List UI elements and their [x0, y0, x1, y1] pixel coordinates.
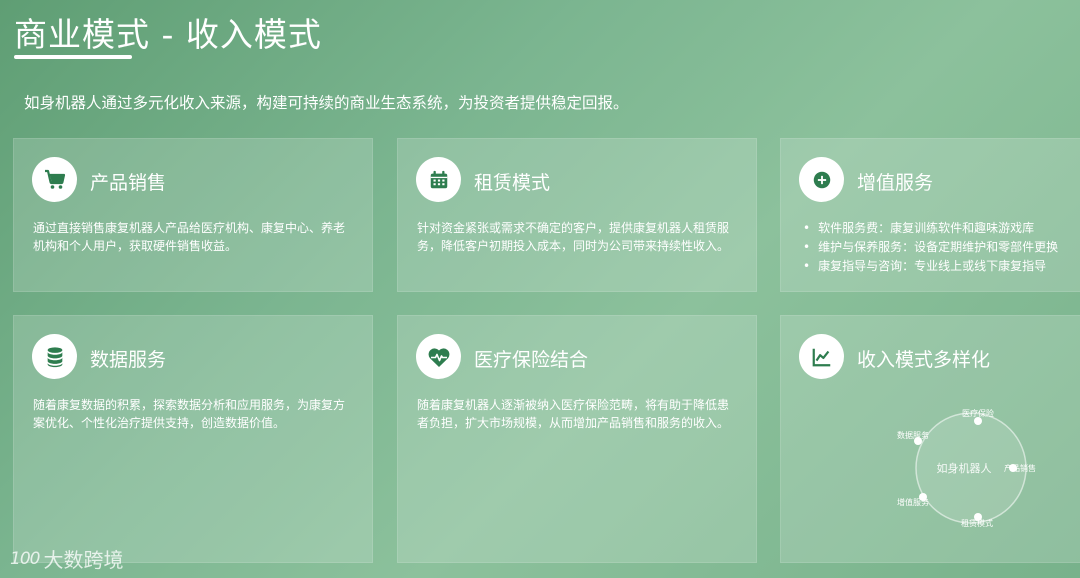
- watermark-logo: 100: [10, 548, 40, 569]
- card-title: 医疗保险结合: [474, 349, 589, 371]
- card-description: 针对资金紧张或需求不确定的客户，提供康复机器人租赁服务，降低客户初期投入成本，同…: [417, 221, 730, 253]
- card-product-sales: 产品销售 通过直接销售康复机器人产品给医疗机构、康复中心、养老机构和个人用户，获…: [13, 138, 373, 292]
- calendar-icon: [416, 157, 461, 202]
- diagram-node-label: 租赁模式: [961, 518, 993, 528]
- card-title: 数据服务: [90, 349, 167, 371]
- card-leasing: 租赁模式 针对资金紧张或需求不确定的客户，提供康复机器人租赁服务，降低客户初期投…: [397, 138, 757, 292]
- line-chart-icon: [799, 334, 844, 379]
- card-diversified-revenue: 收入模式多样化 如身机器人 医疗保险 产品销售 租赁模式 增值服务 数据服务: [780, 315, 1080, 563]
- revenue-diagram: 如身机器人 医疗保险 产品销售 租赁模式 增值服务 数据服务: [897, 408, 1036, 528]
- shopping-cart-icon: [32, 157, 77, 202]
- plus-circle-icon: [799, 157, 844, 202]
- heart-pulse-icon: [416, 334, 461, 379]
- diagram-center-label: 如身机器人: [937, 461, 992, 475]
- diagram-node: [974, 417, 982, 425]
- diagram-node-label: 产品销售: [1004, 463, 1036, 473]
- page-subtitle: 如身机器人通过多元化收入来源，构建可持续的商业生态系统，为投资者提供稳定回报。: [24, 94, 629, 112]
- watermark: 100 大数跨境: [10, 544, 123, 573]
- card-data-services: 数据服务 随着康复数据的积累，探索数据分析和应用服务，为康复方案优化、个性化治疗…: [13, 315, 373, 563]
- watermark-text: 大数跨境: [43, 548, 124, 572]
- page-title: 商业模式 - 收入模式: [14, 15, 322, 54]
- database-icon: [32, 334, 77, 379]
- list-item: 软件服务费：康复训练软件和趣味游戏库: [803, 219, 1058, 238]
- card-value-added-services: 增值服务 软件服务费：康复训练软件和趣味游戏库 维护与保养服务：设备定期维护和零…: [780, 138, 1080, 292]
- card-title: 增值服务: [857, 172, 934, 194]
- service-list: 软件服务费：康复训练软件和趣味游戏库 维护与保养服务：设备定期维护和零部件更换 …: [803, 219, 1058, 276]
- diagram-node-label: 医疗保险: [962, 408, 994, 418]
- card-description: 通过直接销售康复机器人产品给医疗机构、康复中心、养老机构和个人用户，获取硬件销售…: [33, 221, 346, 253]
- card-title: 租赁模式: [474, 172, 551, 194]
- diagram-node-label: 数据服务: [897, 430, 929, 440]
- diagram-node-label: 增值服务: [897, 497, 929, 507]
- list-item: 维护与保养服务：设备定期维护和零部件更换: [803, 238, 1058, 257]
- title-underline: [14, 55, 132, 59]
- list-item: 康复指导与咨询：专业线上或线下康复指导: [803, 257, 1058, 276]
- card-description: 随着康复机器人逐渐被纳入医疗保险范畴，将有助于降低患者负担，扩大市场规模，从而增…: [417, 398, 730, 430]
- card-title: 产品销售: [90, 172, 167, 194]
- card-title: 收入模式多样化: [857, 349, 991, 371]
- card-description: 随着康复数据的积累，探索数据分析和应用服务，为康复方案优化、个性化治疗提供支持，…: [33, 398, 346, 430]
- card-medical-insurance: 医疗保险结合 随着康复机器人逐渐被纳入医疗保险范畴，将有助于降低患者负担，扩大市…: [397, 315, 757, 563]
